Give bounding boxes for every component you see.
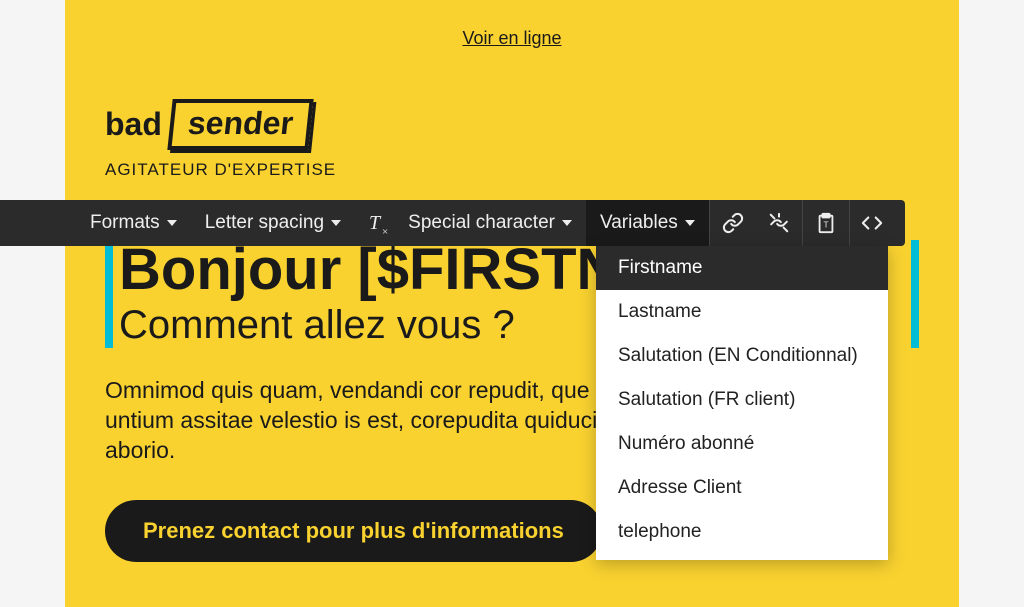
logo-tagline: AGITATEUR D'EXPERTISE (105, 160, 919, 180)
remove-link-button[interactable] (756, 200, 802, 246)
dropdown-item-firstname[interactable]: Firstname (596, 246, 888, 290)
chevron-down-icon (331, 220, 341, 226)
dropdown-item-numero-abonne[interactable]: Numéro abonné (596, 422, 888, 466)
link-icon (722, 212, 744, 234)
logo-area: bad sender AGITATEUR D'EXPERTISE (105, 99, 919, 180)
cta-button[interactable]: Prenez contact pour plus d'informations (105, 500, 602, 562)
view-online-wrap: Voir en ligne (105, 28, 919, 49)
special-character-menu[interactable]: Special character (394, 200, 586, 246)
letter-spacing-label: Letter spacing (205, 212, 324, 234)
letter-spacing-menu[interactable]: Letter spacing (191, 200, 355, 246)
paste-text-icon: T (815, 212, 837, 234)
logo: bad sender (105, 99, 311, 150)
variables-menu[interactable]: Variables (586, 200, 709, 246)
code-icon (861, 212, 883, 234)
logo-sender-text: sender (167, 99, 313, 150)
chevron-down-icon (167, 220, 177, 226)
chevron-down-icon (685, 220, 695, 226)
chevron-down-icon (562, 220, 572, 226)
dropdown-item-salutation-fr[interactable]: Salutation (FR client) (596, 378, 888, 422)
clear-format-icon: T (369, 212, 380, 235)
special-char-label: Special character (408, 212, 555, 234)
unlink-icon (768, 212, 790, 234)
editor-toolbar: Formats Letter spacing T Special charact… (0, 200, 905, 246)
dropdown-item-telephone[interactable]: telephone (596, 510, 888, 554)
variables-label: Variables (600, 212, 678, 234)
formats-label: Formats (90, 212, 160, 234)
variables-dropdown: Firstname Lastname Salutation (EN Condit… (596, 246, 888, 560)
logo-bad-text: bad (105, 106, 162, 143)
paste-text-button[interactable]: T (803, 200, 849, 246)
source-code-button[interactable] (849, 200, 895, 246)
view-online-link[interactable]: Voir en ligne (462, 28, 561, 48)
svg-text:T: T (823, 221, 828, 230)
dropdown-item-salutation-en[interactable]: Salutation (EN Conditionnal) (596, 334, 888, 378)
insert-link-button[interactable] (710, 200, 756, 246)
clear-formatting-button[interactable]: T (355, 200, 394, 246)
dropdown-item-lastname[interactable]: Lastname (596, 290, 888, 334)
dropdown-item-adresse-client[interactable]: Adresse Client (596, 466, 888, 510)
formats-menu[interactable]: Formats (0, 200, 191, 246)
